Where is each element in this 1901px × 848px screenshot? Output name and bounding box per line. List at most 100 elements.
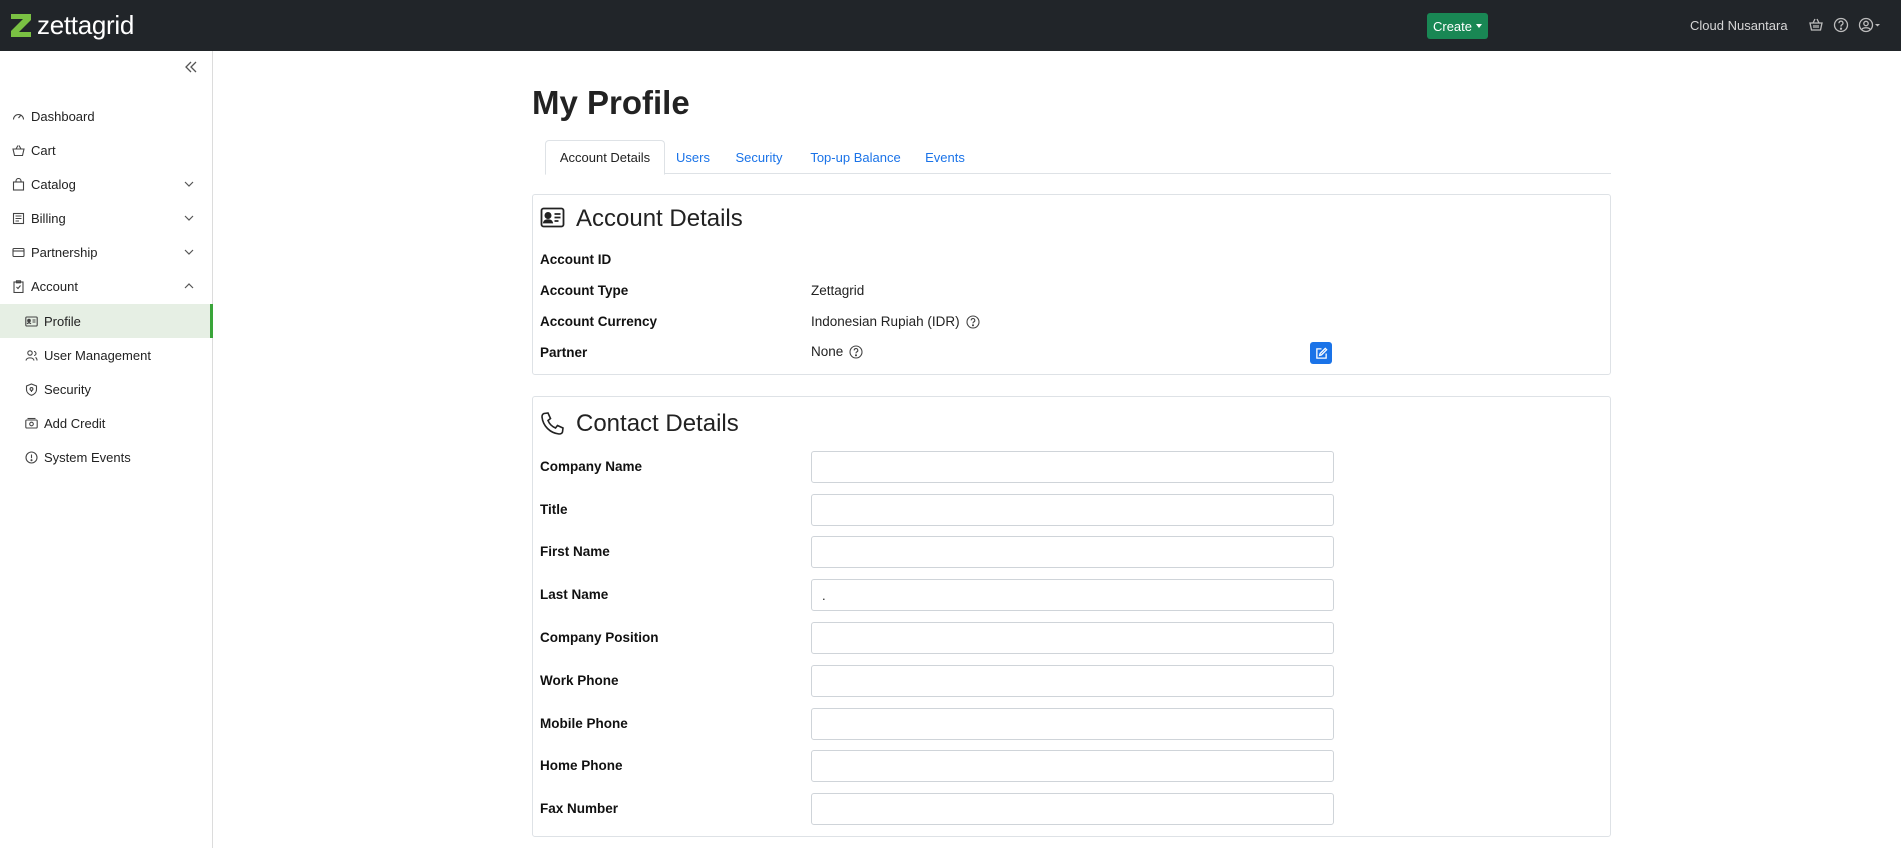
caret-down-icon — [1476, 24, 1483, 28]
bag-icon — [12, 178, 25, 191]
tab-label: Top-up Balance — [810, 149, 901, 165]
id-card-icon — [540, 207, 565, 228]
work-phone-label: Work Phone — [540, 673, 619, 688]
sidebar-item-dashboard[interactable]: Dashboard — [0, 99, 212, 133]
info-icon — [25, 451, 38, 464]
users-icon — [25, 350, 38, 361]
sidebar-item-label: Security — [44, 382, 91, 397]
sidebar-item-label: Account — [31, 279, 78, 294]
tab-account-details[interactable]: Account Details — [545, 140, 665, 175]
account-details-card: Account Details Account ID Account Type … — [532, 194, 1611, 375]
card-title: Contact Details — [576, 410, 739, 437]
partnership-icon — [12, 247, 25, 258]
mobile-phone-label: Mobile Phone — [540, 716, 628, 731]
organization-name[interactable]: Cloud Nusantara — [1690, 18, 1788, 33]
tab-label: Security — [735, 149, 783, 165]
profile-tabs: Account Details Users Security Top-up Ba… — [545, 140, 1611, 175]
tab-label: Events — [925, 149, 965, 165]
title-label: Title — [540, 502, 568, 517]
brand-logo[interactable]: zettagrid — [10, 12, 134, 38]
fax-number-field[interactable] — [811, 793, 1334, 825]
account-currency-label: Account Currency — [540, 314, 658, 329]
tab-label: Users — [676, 149, 710, 165]
company-position-label: Company Position — [540, 630, 659, 645]
sidebar-item-user-management[interactable]: User Management — [0, 338, 212, 372]
sidebar-item-label: User Management — [44, 348, 151, 363]
first-name-field[interactable] — [811, 536, 1334, 568]
partner-label: Partner — [540, 345, 588, 360]
home-phone-label: Home Phone — [540, 758, 623, 773]
partner-value: None — [811, 344, 863, 359]
fax-number-label: Fax Number — [540, 801, 619, 816]
mobile-phone-field[interactable] — [811, 708, 1334, 740]
tab-top-up-balance[interactable]: Top-up Balance — [803, 140, 908, 174]
chevron-down-icon — [184, 215, 194, 221]
title-field[interactable] — [811, 494, 1334, 526]
brand-name: zettagrid — [37, 10, 135, 40]
create-dropdown-button[interactable]: Create — [1427, 13, 1488, 39]
account-id-label: Account ID — [540, 252, 612, 267]
basket-icon — [12, 145, 25, 157]
sidebar-item-account[interactable]: Account — [0, 269, 212, 303]
shield-icon — [25, 383, 38, 396]
sidebar: Dashboard Cart Catalog Billing Partnersh… — [0, 51, 213, 848]
collapse-sidebar-icon[interactable] — [183, 59, 199, 75]
last-name-field[interactable] — [811, 579, 1334, 611]
sidebar-item-cart[interactable]: Cart — [0, 133, 212, 167]
tab-security[interactable]: Security — [725, 140, 793, 174]
account-currency-text: Indonesian Rupiah (IDR) — [811, 314, 960, 329]
sidebar-item-label: Billing — [31, 211, 66, 226]
home-phone-field[interactable] — [811, 750, 1334, 782]
account-currency-value: Indonesian Rupiah (IDR) — [811, 314, 980, 329]
sidebar-item-security[interactable]: Security — [0, 372, 212, 406]
sidebar-item-profile[interactable]: Profile — [0, 304, 213, 338]
dashboard-icon — [12, 114, 25, 120]
basket-icon[interactable] — [1808, 17, 1824, 33]
tab-users[interactable]: Users — [667, 140, 719, 174]
help-icon[interactable] — [849, 344, 863, 359]
create-button-label: Create — [1432, 18, 1473, 34]
account-type-value: Zettagrid — [811, 283, 864, 298]
chevron-up-icon — [184, 283, 194, 289]
first-name-label: First Name — [540, 544, 610, 559]
receipt-icon — [12, 212, 25, 225]
sidebar-item-label: Partnership — [31, 245, 98, 260]
help-icon[interactable] — [1833, 17, 1849, 33]
clipboard-icon — [13, 280, 24, 293]
partner-text: None — [811, 344, 844, 359]
last-name-label: Last Name — [540, 587, 609, 602]
sidebar-item-partnership[interactable]: Partnership — [0, 235, 212, 269]
edit-partner-button[interactable] — [1310, 342, 1332, 364]
top-navbar: zettagrid Create Cloud Nusantara — [0, 0, 1901, 51]
company-name-label: Company Name — [540, 459, 643, 474]
id-card-icon — [25, 316, 38, 327]
account-type-label: Account Type — [540, 283, 629, 298]
company-name-field[interactable] — [811, 451, 1334, 483]
cash-icon — [25, 417, 38, 429]
chevron-down-icon — [184, 249, 194, 255]
sidebar-item-label: System Events — [44, 450, 131, 465]
account-type-text: Zettagrid — [811, 283, 865, 298]
contact-details-card: Contact Details Company Name Title First… — [532, 396, 1611, 837]
sidebar-item-label: Profile — [44, 314, 81, 329]
sidebar-item-label: Add Credit — [44, 416, 106, 431]
tab-events[interactable]: Events — [917, 140, 973, 174]
work-phone-field[interactable] — [811, 665, 1334, 697]
sidebar-item-catalog[interactable]: Catalog — [0, 167, 212, 201]
sidebar-item-system-events[interactable]: System Events — [0, 440, 212, 474]
tab-label: Account Details — [559, 150, 651, 165]
sidebar-item-billing[interactable]: Billing — [0, 201, 212, 235]
edit-icon — [1315, 346, 1328, 359]
chevron-down-icon — [184, 181, 194, 187]
page-title: My Profile — [532, 84, 690, 121]
sidebar-item-label: Catalog — [31, 177, 76, 192]
company-position-field[interactable] — [811, 622, 1334, 654]
zettagrid-logo-icon — [11, 13, 31, 37]
sidebar-item-label: Cart — [31, 143, 56, 158]
card-title: Account Details — [576, 205, 743, 232]
user-menu[interactable] — [1858, 17, 1882, 33]
sidebar-item-add-credit[interactable]: Add Credit — [0, 406, 212, 440]
phone-icon — [541, 412, 564, 435]
help-icon[interactable] — [966, 314, 980, 329]
sidebar-item-label: Dashboard — [31, 109, 95, 124]
